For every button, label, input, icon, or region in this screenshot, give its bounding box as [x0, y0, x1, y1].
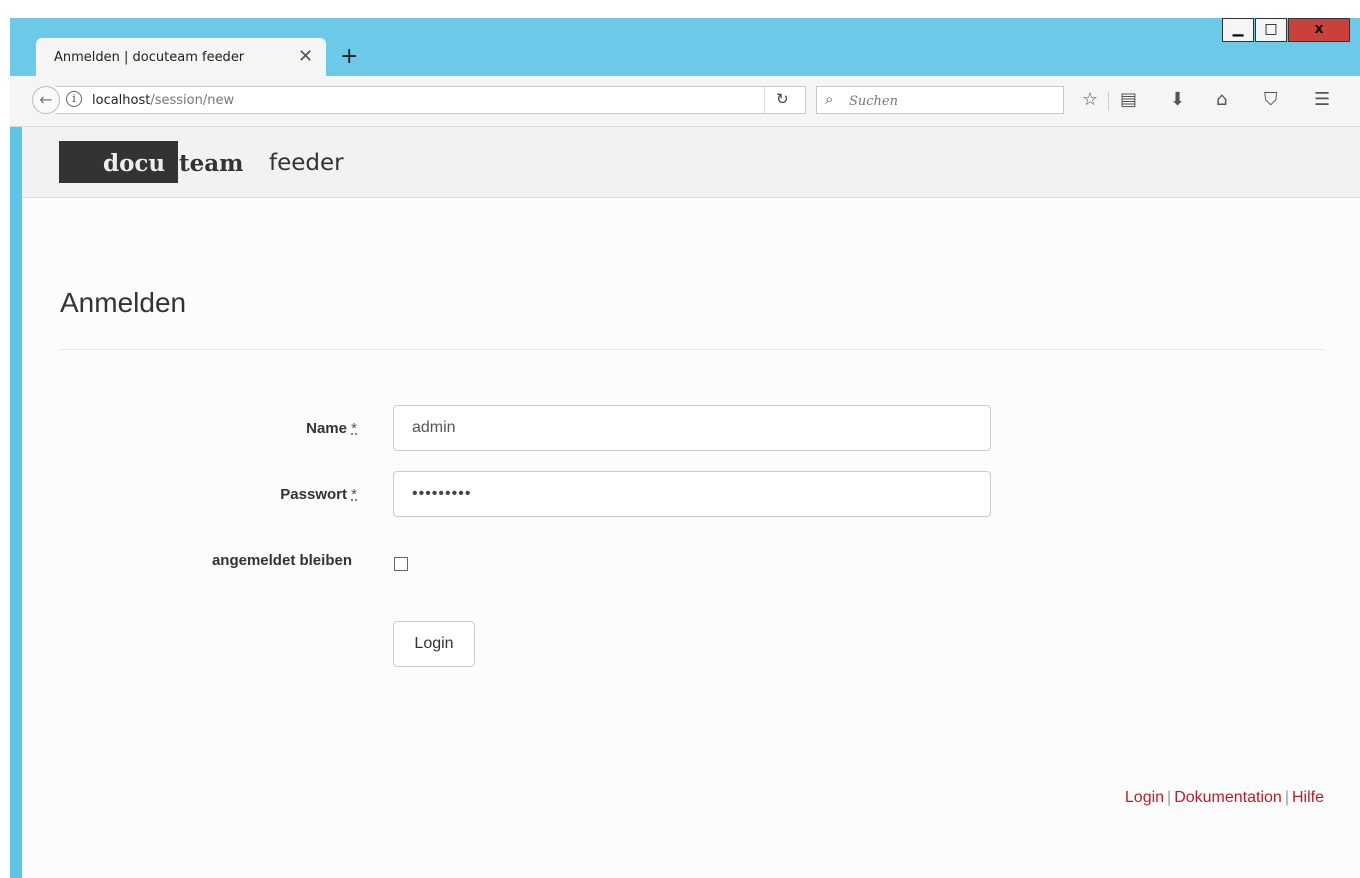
search-icon: ⌕	[825, 90, 834, 108]
password-field[interactable]: •••••••••	[393, 471, 991, 517]
tab-close-icon[interactable]: ✕	[298, 46, 313, 67]
url-divider	[764, 87, 765, 113]
page-content: docu team feeder Anmelden Name * Passwor…	[22, 127, 1360, 878]
logo-docu: docu	[103, 150, 166, 177]
footer-separator: |	[1167, 789, 1172, 806]
browser-tab[interactable]: Anmelden | docuteam feeder ✕	[36, 38, 326, 76]
pocket-icon[interactable]: ⛉	[1264, 89, 1278, 110]
required-marker: *	[351, 486, 357, 503]
footer-link-login[interactable]: Login	[1125, 789, 1164, 806]
url-bar[interactable]: i localhost/session/new ↻	[56, 86, 806, 114]
info-icon[interactable]: i	[66, 91, 82, 107]
navigation-toolbar: i localhost/session/new ↻ ← ⌕ ☆ ▤ ⬇ ⌂ ⛉ …	[10, 76, 1360, 127]
new-tab-button[interactable]: +	[340, 44, 358, 69]
page-title: Anmelden	[60, 287, 187, 318]
remember-label: angemeldet bleiben	[211, 552, 352, 569]
password-label: Passwort *	[37, 486, 357, 503]
bookmark-star-icon[interactable]: ☆	[1082, 89, 1098, 110]
url-text[interactable]: localhost/session/new	[92, 93, 234, 108]
reload-icon[interactable]: ↻	[776, 90, 789, 108]
minimize-button[interactable]: ▁	[1222, 18, 1254, 42]
tab-title: Anmelden | docuteam feeder	[54, 50, 245, 65]
search-input[interactable]	[847, 89, 1051, 113]
logo-team: team	[179, 150, 244, 177]
menu-icon[interactable]: ☰	[1314, 89, 1330, 110]
remember-checkbox[interactable]	[394, 557, 408, 571]
app-header: docu team feeder	[22, 127, 1360, 198]
close-window-button[interactable]: x	[1288, 18, 1350, 42]
footer-link-help[interactable]: Hilfe	[1292, 789, 1324, 806]
name-label-text: Name	[306, 420, 347, 437]
title-bar: ▁ □ x Anmelden | docuteam feeder ✕ +	[10, 18, 1360, 76]
toolbar-divider	[1108, 92, 1109, 110]
name-label: Name *	[37, 420, 357, 437]
maximize-button[interactable]: □	[1255, 18, 1287, 42]
back-arrow-icon: ←	[39, 90, 53, 109]
divider	[60, 349, 1324, 350]
logo-feeder: feeder	[269, 150, 344, 176]
url-path: /session/new	[150, 93, 235, 108]
back-button[interactable]: ←	[32, 86, 60, 114]
download-icon[interactable]: ⬇	[1170, 89, 1185, 110]
footer-link-documentation[interactable]: Dokumentation	[1174, 789, 1282, 806]
login-button[interactable]: Login	[393, 621, 475, 667]
url-host: localhost	[92, 93, 151, 108]
reading-list-icon[interactable]: ▤	[1120, 89, 1137, 110]
password-label-text: Passwort	[280, 486, 347, 503]
required-marker: *	[351, 420, 357, 437]
footer-links: Login | Dokumentation | Hilfe	[1125, 789, 1324, 807]
home-icon[interactable]: ⌂	[1216, 89, 1227, 110]
name-field[interactable]	[393, 405, 991, 451]
footer-separator: |	[1284, 789, 1289, 806]
search-bar[interactable]: ⌕	[816, 86, 1064, 114]
